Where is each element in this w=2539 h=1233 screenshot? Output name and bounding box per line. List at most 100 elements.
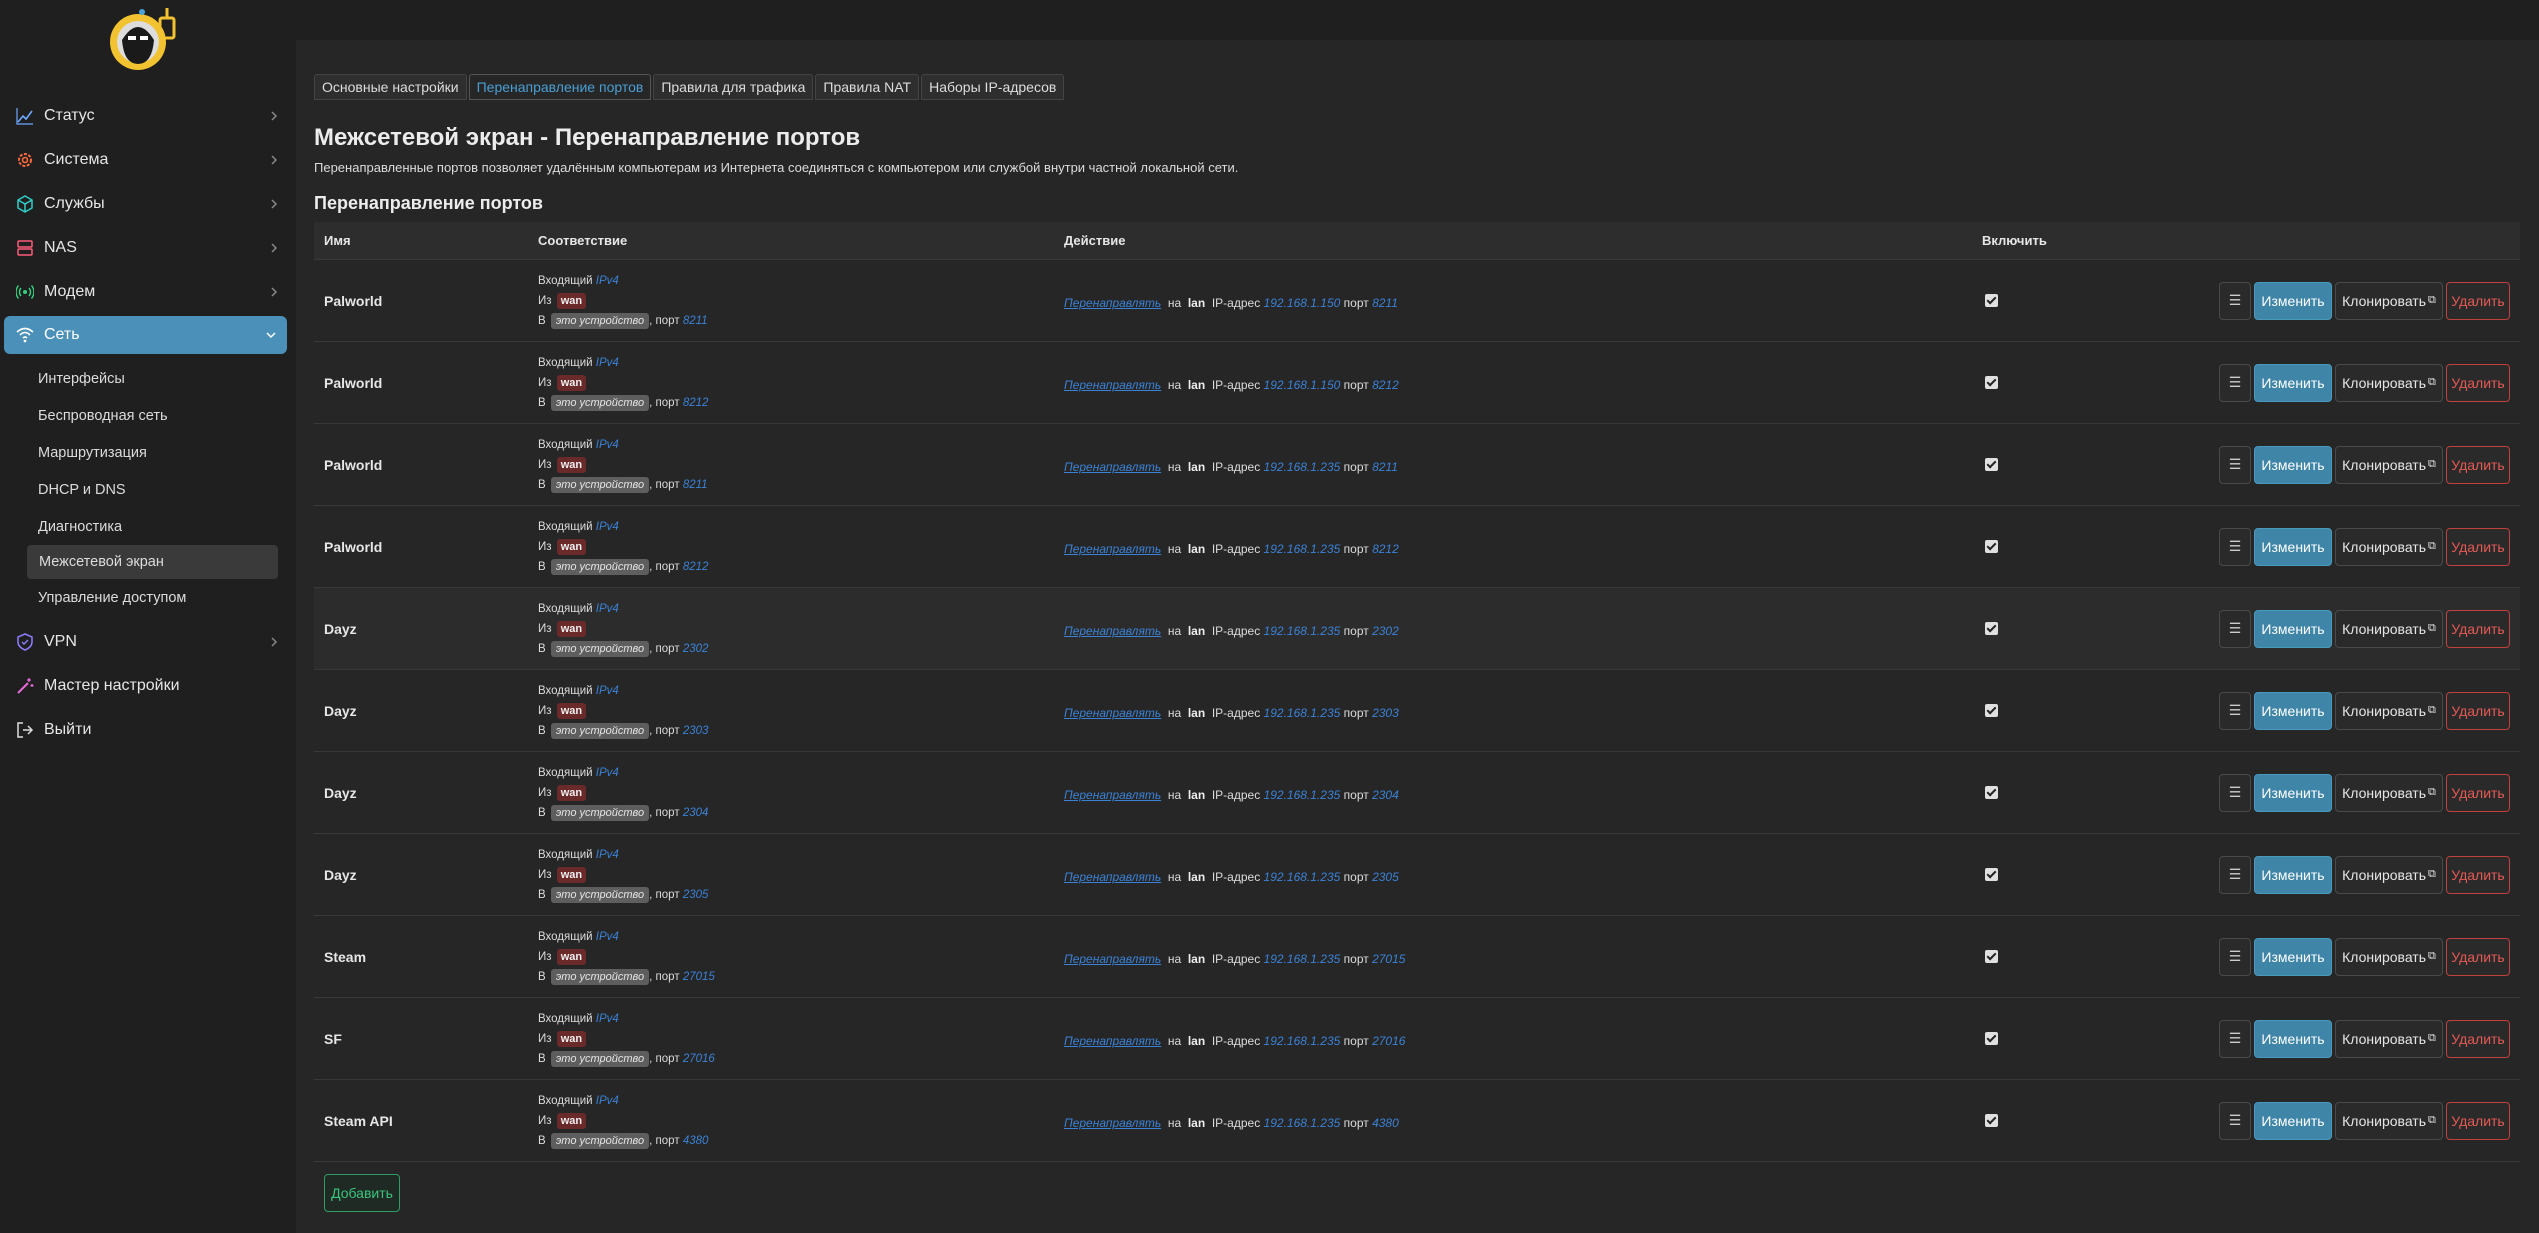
tab-nat-rules[interactable]: Правила NAT — [815, 74, 920, 100]
enable-checkbox[interactable] — [1985, 704, 1998, 717]
clone-button[interactable]: Клонировать ⧉ — [2335, 937, 2443, 976]
drag-menu-button[interactable]: ☰ — [2219, 527, 2251, 566]
edit-button[interactable]: Изменить — [2254, 691, 2332, 730]
subnav-item-routing[interactable]: Маршрутизация — [0, 434, 296, 471]
edit-button[interactable]: Изменить — [2254, 1101, 2332, 1140]
external-port: 27015 — [682, 970, 715, 983]
clone-button[interactable]: Клонировать ⧉ — [2335, 1101, 2443, 1140]
edit-button[interactable]: Изменить — [2254, 855, 2332, 894]
drag-menu-button[interactable]: ☰ — [2219, 363, 2251, 402]
delete-button[interactable]: Удалить — [2446, 609, 2510, 648]
redirect-link[interactable]: Перенаправлять — [1064, 952, 1161, 966]
tab-bar: Основные настройки Перенаправление порто… — [314, 74, 2520, 100]
on-label: на — [1167, 705, 1182, 720]
drag-menu-button[interactable]: ☰ — [2219, 773, 2251, 812]
clone-button[interactable]: Клонировать ⧉ — [2335, 855, 2443, 894]
sidebar-item-services[interactable]: Службы — [0, 182, 296, 226]
subnav-item-diagnostics[interactable]: Диагностика — [0, 508, 296, 545]
row-actions: ☰ Изменить Клонировать ⧉ Удалить — [2182, 691, 2520, 730]
redirect-link[interactable]: Перенаправлять — [1064, 378, 1161, 392]
redirect-link[interactable]: Перенаправлять — [1064, 542, 1161, 556]
drag-menu-button[interactable]: ☰ — [2219, 445, 2251, 484]
rule-name: Steam API — [324, 1112, 393, 1129]
redirect-link[interactable]: Перенаправлять — [1064, 624, 1161, 638]
enable-checkbox[interactable] — [1985, 1032, 1998, 1045]
delete-button[interactable]: Удалить — [2446, 773, 2510, 812]
clone-label: Клонировать — [2342, 948, 2426, 965]
edit-button[interactable]: Изменить — [2254, 363, 2332, 402]
enable-checkbox[interactable] — [1985, 376, 1998, 389]
subnav-item-wireless[interactable]: Беспроводная сеть — [0, 397, 296, 434]
clone-button[interactable]: Клонировать ⧉ — [2335, 609, 2443, 648]
copy-icon: ⧉ — [2428, 622, 2436, 634]
delete-button[interactable]: Удалить — [2446, 281, 2510, 320]
clone-button[interactable]: Клонировать ⧉ — [2335, 363, 2443, 402]
redirect-link[interactable]: Перенаправлять — [1064, 706, 1161, 720]
edit-button[interactable]: Изменить — [2254, 527, 2332, 566]
port-label: порт — [1343, 295, 1369, 310]
edit-button[interactable]: Изменить — [2254, 1019, 2332, 1058]
tab-port-forwarding[interactable]: Перенаправление портов — [468, 74, 652, 100]
redirect-link[interactable]: Перенаправлять — [1064, 1034, 1161, 1048]
sidebar-item-vpn[interactable]: VPN — [0, 620, 296, 664]
sidebar-item-modem[interactable]: Модем — [0, 270, 296, 314]
enable-checkbox[interactable] — [1985, 540, 1998, 553]
delete-button[interactable]: Удалить — [2446, 937, 2510, 976]
redirect-link[interactable]: Перенаправлять — [1064, 1116, 1161, 1130]
wan-badge: wan — [556, 620, 587, 637]
subnav-item-access-control[interactable]: Управление доступом — [0, 579, 296, 616]
clone-button[interactable]: Клонировать ⧉ — [2335, 1019, 2443, 1058]
enable-checkbox[interactable] — [1985, 950, 1998, 963]
delete-button[interactable]: Удалить — [2446, 855, 2510, 894]
drag-menu-button[interactable]: ☰ — [2219, 855, 2251, 894]
enable-checkbox[interactable] — [1985, 1114, 1998, 1127]
clone-button[interactable]: Клонировать ⧉ — [2335, 445, 2443, 484]
tab-general-settings[interactable]: Основные настройки — [314, 74, 467, 100]
edit-button[interactable]: Изменить — [2254, 773, 2332, 812]
tab-traffic-rules[interactable]: Правила для трафика — [653, 74, 814, 100]
clone-button[interactable]: Клонировать ⧉ — [2335, 691, 2443, 730]
add-button[interactable]: Добавить — [324, 1174, 400, 1212]
subnav-item-interfaces[interactable]: Интерфейсы — [0, 360, 296, 397]
edit-button[interactable]: Изменить — [2254, 445, 2332, 484]
edit-button[interactable]: Изменить — [2254, 937, 2332, 976]
delete-button[interactable]: Удалить — [2446, 1019, 2510, 1058]
subnav-item-firewall[interactable]: Межсетевой экран — [27, 545, 278, 579]
sidebar-item-logout[interactable]: Выйти — [0, 708, 296, 752]
enable-checkbox[interactable] — [1985, 458, 1998, 471]
drag-menu-button[interactable]: ☰ — [2219, 937, 2251, 976]
delete-button[interactable]: Удалить — [2446, 1101, 2510, 1140]
redirect-link[interactable]: Перенаправлять — [1064, 788, 1161, 802]
redirect-link[interactable]: Перенаправлять — [1064, 870, 1161, 884]
clone-button[interactable]: Клонировать ⧉ — [2335, 527, 2443, 566]
drag-menu-button[interactable]: ☰ — [2219, 1101, 2251, 1140]
redirect-link[interactable]: Перенаправлять — [1064, 296, 1161, 310]
drag-menu-button[interactable]: ☰ — [2219, 1019, 2251, 1058]
tab-ip-sets[interactable]: Наборы IP-адресов — [921, 74, 1065, 100]
sidebar-item-status[interactable]: Статус — [0, 94, 296, 138]
edit-button[interactable]: Изменить — [2254, 281, 2332, 320]
sidebar-item-wizard[interactable]: Мастер настройки — [0, 664, 296, 708]
incoming-label: Входящий — [538, 848, 593, 861]
drag-menu-button[interactable]: ☰ — [2219, 609, 2251, 648]
subnav-item-dhcp-dns[interactable]: DHCP и DNS — [0, 471, 296, 508]
enable-checkbox[interactable] — [1985, 868, 1998, 881]
drag-menu-button[interactable]: ☰ — [2219, 691, 2251, 730]
internal-port: 27015 — [1372, 951, 1406, 966]
clone-button[interactable]: Клонировать ⧉ — [2335, 281, 2443, 320]
sidebar-item-nas[interactable]: NAS — [0, 226, 296, 270]
top-bar — [296, 0, 2539, 40]
sidebar-item-network[interactable]: Сеть — [4, 316, 287, 354]
delete-button[interactable]: Удалить — [2446, 691, 2510, 730]
enable-checkbox[interactable] — [1985, 622, 1998, 635]
clone-button[interactable]: Клонировать ⧉ — [2335, 773, 2443, 812]
edit-button[interactable]: Изменить — [2254, 609, 2332, 648]
enable-checkbox[interactable] — [1985, 786, 1998, 799]
delete-button[interactable]: Удалить — [2446, 527, 2510, 566]
redirect-link[interactable]: Перенаправлять — [1064, 460, 1161, 474]
drag-menu-button[interactable]: ☰ — [2219, 281, 2251, 320]
delete-button[interactable]: Удалить — [2446, 363, 2510, 402]
sidebar-item-system[interactable]: Система — [0, 138, 296, 182]
enable-checkbox[interactable] — [1985, 294, 1998, 307]
delete-button[interactable]: Удалить — [2446, 445, 2510, 484]
